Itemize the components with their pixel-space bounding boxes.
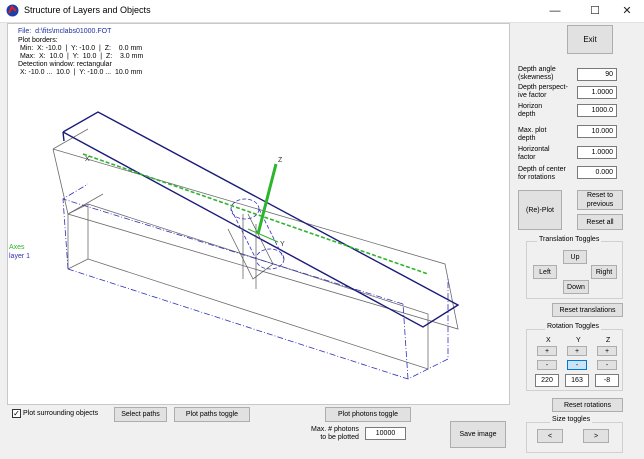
exit-button[interactable]: Exit [567,25,613,54]
rotation-z-label: Z [606,337,611,344]
rotation-z-value[interactable]: -8 [595,374,619,387]
reset-rotations-button[interactable]: Reset rotations [552,398,623,412]
plot-surrounding-label: Plot surrounding objects [23,410,99,417]
depth-perspective-input[interactable]: 1.0000 [577,86,617,99]
right-button[interactable]: Right [591,265,617,279]
depth-angle-label: Depth angle (skewness) [518,66,556,81]
rotation-title: Rotation Toggles [545,323,602,330]
app-icon [6,4,19,17]
max-photons-label: Max. # photons to be plotted [311,426,359,441]
axes [82,153,429,275]
horizon-depth-input[interactable]: 1000.0 [577,104,617,117]
rotate-y-plus-button[interactable]: + [567,346,587,356]
rotate-z-plus-button[interactable]: + [597,346,617,356]
horizontal-factor-input[interactable]: 1.0000 [577,146,617,159]
plot-surrounding-checkbox[interactable]: ✓ [12,409,21,418]
depth-angle-input[interactable]: 90 [577,68,617,81]
size-increase-button[interactable]: > [583,429,609,443]
size-decrease-button[interactable]: < [537,429,563,443]
translation-title: Translation Toggles [537,236,602,243]
save-image-button[interactable]: Save image [450,421,506,448]
plot-canvas[interactable]: File: d:\fits\mclabs01000.FOT Plot borde… [7,23,510,405]
max-plot-depth-input[interactable]: 10.000 [577,125,617,138]
depth-perspective-label: Depth perspect- ive factor [518,84,568,99]
window-title: Structure of Layers and Objects [24,5,151,15]
up-button[interactable]: Up [563,250,587,264]
depth-center-label: Depth of center for rotations [518,166,566,181]
rotation-x-label: X [546,337,551,344]
rotate-y-minus-button[interactable]: - [567,360,587,370]
max-plot-depth-label: Max. plot depth [518,127,547,142]
rotate-z-minus-button[interactable]: - [597,360,617,370]
rotate-x-minus-button[interactable]: - [537,360,557,370]
down-button[interactable]: Down [563,280,589,294]
size-title: Size toggles [550,416,593,423]
replot-button[interactable]: (Re)-Plot [518,190,562,230]
axis-label-x: X [85,156,90,163]
reset-all-button[interactable]: Reset all [577,214,623,230]
maximize-button[interactable]: ☐ [580,0,610,22]
max-photons-input[interactable]: 10000 [365,427,406,440]
rotation-x-value[interactable]: 220 [535,374,559,387]
minimize-button[interactable]: — [540,0,570,22]
depth-center-input[interactable]: 0.000 [577,166,617,179]
axis-label-y: Y [280,241,285,248]
select-paths-button[interactable]: Select paths [114,407,167,422]
horizon-depth-label: Horizon depth [518,103,543,118]
plot-photons-toggle-button[interactable]: Plot photons toggle [325,407,411,422]
rotate-x-plus-button[interactable]: + [537,346,557,356]
horizontal-factor-label: Horizontal factor [518,146,550,161]
structure-plot: X Z Y [52,111,460,380]
plot-paths-toggle-button[interactable]: Plot paths toggle [174,407,250,422]
rotation-y-label: Y [576,337,581,344]
close-button[interactable]: ✕ [612,0,642,22]
reset-translations-button[interactable]: Reset translations [552,303,623,317]
left-button[interactable]: Left [533,265,557,279]
reset-to-previous-button[interactable]: Reset to previous [577,190,623,210]
rotation-y-value[interactable]: 163 [565,374,589,387]
axis-label-z: Z [278,157,283,164]
title-bar: Structure of Layers and Objects — ☐ ✕ [0,0,644,23]
